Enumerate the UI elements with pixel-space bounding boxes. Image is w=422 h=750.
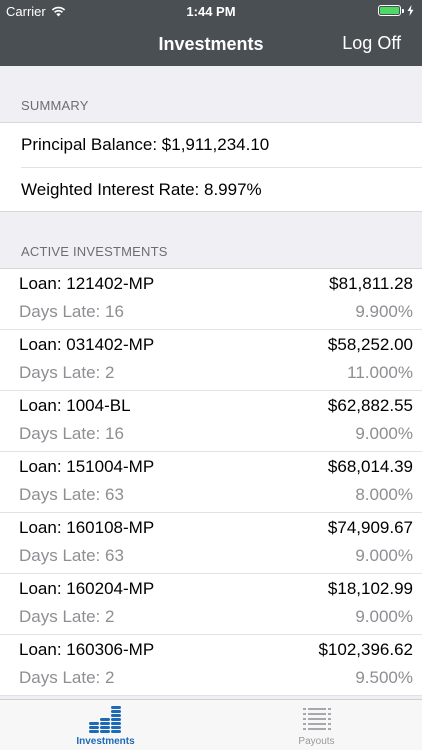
loan-amount: $18,102.99 <box>327 579 413 598</box>
principal-balance-row: Principal Balance: $1,911,234.10 <box>0 123 422 167</box>
loan-name: Loan: 151004-MP <box>19 457 155 476</box>
loan-row[interactable]: Loan: 160108-MP $74,909.67 Days Late: 63… <box>0 513 422 574</box>
loan-interest-rate: 9.000% <box>355 546 413 565</box>
tab-investments-label: Investments <box>76 736 135 747</box>
investments-list-view[interactable]: SUMMARY Principal Balance: $1,911,234.10… <box>0 66 422 699</box>
loan-name: Loan: 160204-MP <box>19 579 155 598</box>
tab-payouts[interactable]: Payouts <box>211 700 422 750</box>
loan-interest-rate: 11.000% <box>347 363 413 382</box>
loan-row[interactable]: Loan: 031402-MP $58,252.00 Days Late: 2 … <box>0 330 422 391</box>
navigation-bar: Investments Log Off <box>0 22 422 66</box>
tab-payouts-label: Payouts <box>298 736 335 747</box>
principal-balance-text: Principal Balance: $1,911,234.10 <box>21 135 270 154</box>
loan-days-late: Days Late: 2 <box>19 607 115 626</box>
loan-amount: $81,811.28 <box>329 274 413 293</box>
loan-days-late: Days Late: 2 <box>19 363 115 382</box>
loan-amount: $58,252.00 <box>327 335 413 354</box>
loan-amount: $74,909.67 <box>327 518 413 537</box>
loan-interest-rate: 9.000% <box>355 607 413 626</box>
loan-name: Loan: 1004-BL <box>19 396 131 415</box>
loan-name: Loan: 160306-MP <box>19 640 155 659</box>
tab-investments[interactable]: Investments <box>0 700 211 750</box>
list-icon <box>302 708 331 730</box>
log-off-button[interactable]: Log Off <box>342 33 401 54</box>
loan-amount: $62,882.55 <box>327 396 413 415</box>
loan-days-late: Days Late: 63 <box>19 485 124 504</box>
active-investments-section-header: ACTIVE INVESTMENTS <box>0 212 422 268</box>
loan-name: Loan: 121402-MP <box>19 274 155 293</box>
loan-days-late: Days Late: 16 <box>19 302 124 321</box>
coin-stack-icon <box>88 706 121 733</box>
charging-bolt-icon <box>407 5 414 16</box>
tab-bar: Investments Payouts <box>0 699 422 750</box>
summary-group: Principal Balance: $1,911,234.10 Weighte… <box>0 122 422 212</box>
loan-days-late: Days Late: 63 <box>19 546 124 565</box>
loan-row[interactable]: Loan: 121402-MP $81,811.28 Days Late: 16… <box>0 269 422 330</box>
active-investments-list: Loan: 121402-MP $81,811.28 Days Late: 16… <box>0 268 422 696</box>
loan-row[interactable]: Loan: 160306-MP $102,396.62 Days Late: 2… <box>0 635 422 696</box>
battery-indicator <box>378 5 414 16</box>
weighted-interest-rate-text: Weighted Interest Rate: 8.997% <box>21 179 262 199</box>
loan-interest-rate: 9.900% <box>355 302 413 321</box>
loan-name: Loan: 031402-MP <box>19 335 155 354</box>
loan-row[interactable]: Loan: 160204-MP $18,102.99 Days Late: 2 … <box>0 574 422 635</box>
loan-row[interactable]: Loan: 1004-BL $62,882.55 Days Late: 16 9… <box>0 391 422 452</box>
summary-header-label: SUMMARY <box>21 98 89 113</box>
loan-name: Loan: 160108-MP <box>19 518 155 537</box>
loan-amount: $102,396.62 <box>318 640 413 659</box>
loan-interest-rate: 8.000% <box>355 485 413 504</box>
loan-amount: $68,014.39 <box>327 457 413 476</box>
active-investments-header-label: ACTIVE INVESTMENTS <box>21 244 168 259</box>
loan-days-late: Days Late: 2 <box>19 668 115 687</box>
battery-icon <box>378 5 401 16</box>
weighted-interest-rate-row: Weighted Interest Rate: 8.997% <box>21 167 422 211</box>
loan-interest-rate: 9.500% <box>355 668 413 687</box>
loan-row[interactable]: Loan: 151004-MP $68,014.39 Days Late: 63… <box>0 452 422 513</box>
loan-days-late: Days Late: 16 <box>19 424 124 443</box>
status-time: 1:44 PM <box>186 4 236 19</box>
summary-section-header: SUMMARY <box>0 66 422 122</box>
app-header: Carrier 1:44 PM Investments Log Off <box>0 0 422 66</box>
status-bar: Carrier 1:44 PM <box>0 0 422 22</box>
loan-interest-rate: 9.000% <box>355 424 413 443</box>
